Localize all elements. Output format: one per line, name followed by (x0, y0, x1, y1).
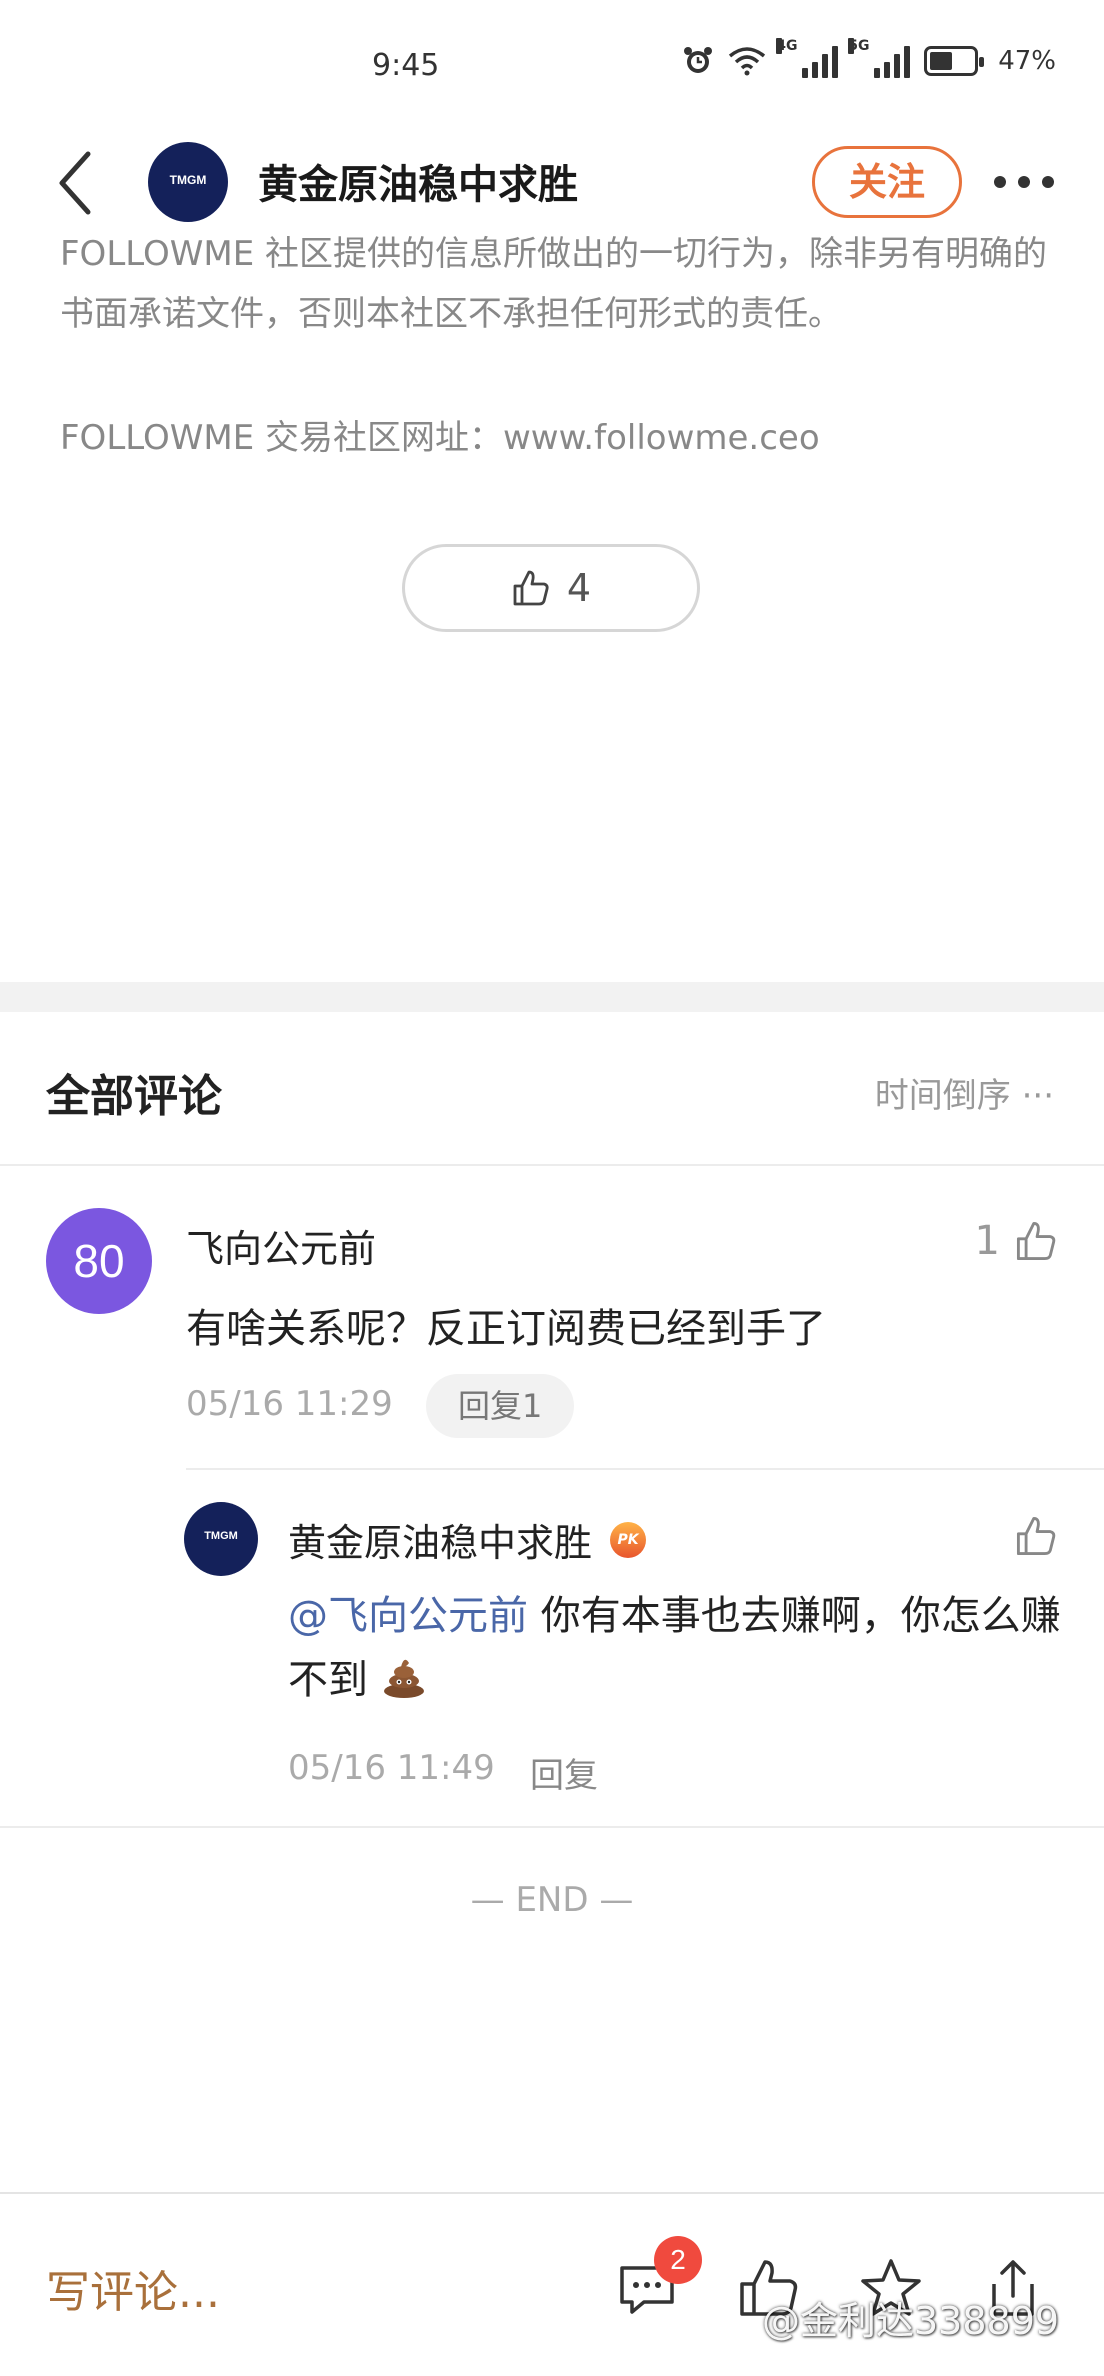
comment-like-button[interactable]: 1 (975, 1218, 1058, 1264)
signal-5g-icon: 5G (848, 38, 911, 78)
mention-link[interactable]: @飞向公元前 (288, 1593, 528, 1639)
thumbs-up-icon (513, 570, 549, 606)
disclaimer-text: FOLLOWME 社区提供的信息所做出的一切行为，除非另有明确的书面承诺文件，否… (60, 234, 1047, 334)
alarm-icon (684, 47, 713, 73)
reply-to-reply-button[interactable]: 回复 (530, 1748, 598, 1797)
article-like-button[interactable]: 4 (402, 544, 700, 632)
thumbs-up-icon (1016, 1221, 1056, 1261)
comment-time: 05/16 11:29 (186, 1384, 393, 1424)
commenter-avatar[interactable]: 80 (46, 1208, 152, 1314)
reply-author[interactable]: 黄金原油稳中求胜 PK (288, 1512, 647, 1567)
comment-like-count: 1 (974, 1218, 1000, 1264)
wifi-icon (729, 47, 766, 76)
more-options-icon[interactable] (990, 176, 1060, 190)
sort-order-button[interactable]: 时间倒序 ··· (875, 1068, 1054, 1117)
tmgm-logo: TMGM (169, 173, 207, 187)
author-avatar[interactable]: TMGM (148, 142, 228, 222)
battery-icon (924, 46, 985, 76)
divider (0, 1164, 1104, 1166)
tmgm-logo: TMGM (204, 1530, 238, 1542)
reply-button[interactable]: 回复1 (426, 1374, 575, 1438)
status-time: 9:45 (372, 48, 440, 83)
reply-text: @飞向公元前 你有本事也去赚啊，你怎么赚不到 (288, 1584, 1068, 1712)
commenter-name[interactable]: 飞向公元前 (186, 1218, 376, 1273)
site-address-text: FOLLOWME 交易社区网址：www.followme.ceo (60, 418, 820, 458)
bottom-action-bar: 写评论... 2 @金利达338899 (0, 2192, 1104, 2376)
divider (0, 1826, 1104, 1828)
back-arrow-icon[interactable] (52, 148, 102, 218)
comment-text: 有啥关系呢？反正订阅费已经到手了 (186, 1306, 826, 1352)
reply-author-avatar[interactable]: TMGM (184, 1502, 258, 1576)
end-marker: — END — (470, 1880, 634, 1920)
pk-badge-icon: PK (610, 1521, 647, 1558)
follow-button[interactable]: 关注 (812, 146, 962, 218)
divider (186, 1468, 1104, 1470)
app-header: TMGM 黄金原油稳中求胜 关注 (0, 130, 1104, 230)
comments-title: 全部评论 (46, 1071, 222, 1122)
author-name[interactable]: 黄金原油稳中求胜 (258, 152, 578, 210)
status-bar: 9:45 4G 5G 47% (0, 0, 1104, 130)
reply-author-name: 黄金原油稳中求胜 (288, 1521, 593, 1565)
reply-time: 05/16 11:49 (288, 1748, 495, 1788)
thumbs-up-icon (1016, 1516, 1056, 1556)
watermark-text: @金利达338899 (762, 2299, 1060, 2343)
signal-4g-icon: 4G (776, 38, 839, 78)
article-like-count: 4 (566, 566, 592, 610)
battery-percent: 47% (998, 46, 1056, 76)
poop-emoji-icon (383, 1659, 424, 1698)
status-icons: 4G 5G 47% (682, 38, 1056, 78)
write-comment-input[interactable]: 写评论... (46, 2256, 220, 2320)
reply-like-button[interactable] (1014, 1514, 1058, 1562)
section-separator (0, 982, 1104, 1012)
comment-count-badge: 2 (654, 2236, 702, 2284)
